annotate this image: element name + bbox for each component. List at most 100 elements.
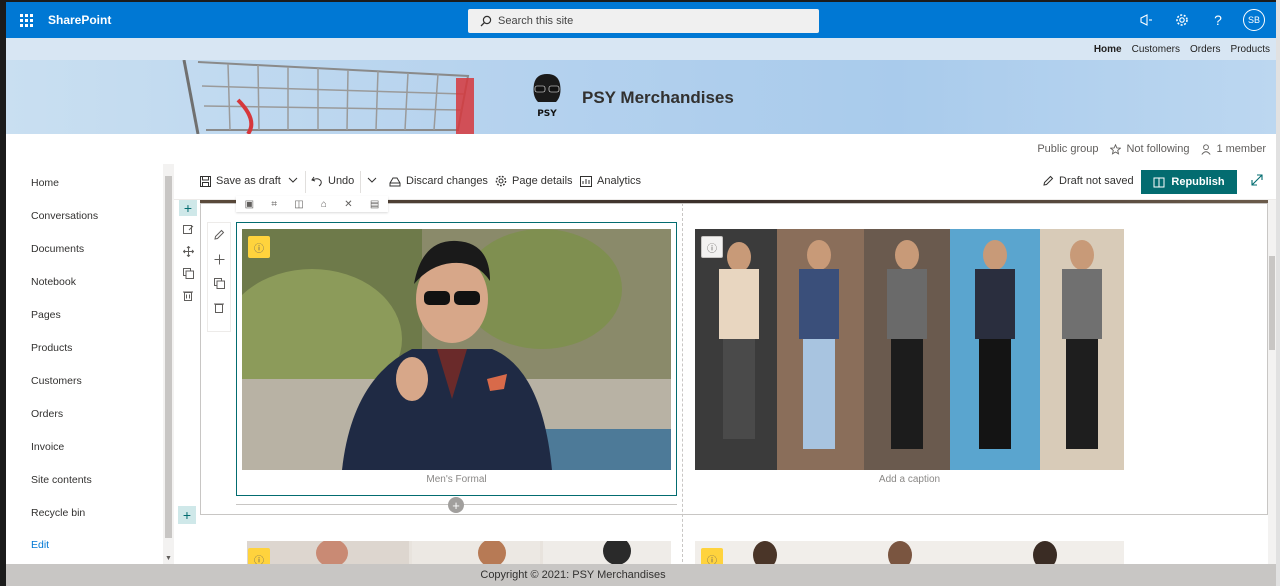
image2-caption[interactable]: Add a caption xyxy=(695,474,1124,485)
nav-item-site-contents[interactable]: Site contents xyxy=(31,474,92,486)
hubnav-item-orders[interactable]: Orders xyxy=(1190,44,1221,55)
add-section-plus-icon[interactable]: + xyxy=(178,506,196,524)
save-image-icon[interactable]: ▤ xyxy=(370,199,379,210)
image-edit-toolbar: ▣ ⌗ ◫ ⌂ ✕ ▤ xyxy=(236,196,388,212)
nav-item-notebook[interactable]: Notebook xyxy=(31,276,76,288)
hubnav-item-home[interactable]: Home xyxy=(1094,44,1122,55)
nav-item-customers[interactable]: Customers xyxy=(31,375,82,387)
search-box[interactable] xyxy=(468,9,819,33)
save-as-draft-label: Save as draft xyxy=(216,175,281,187)
pencil-icon xyxy=(1043,175,1054,186)
hubnav-item-customers[interactable]: Customers xyxy=(1132,44,1180,55)
shopping-cart-image xyxy=(182,60,474,134)
next-section-image-left[interactable] xyxy=(247,541,671,564)
edit-webpart-pencil-icon[interactable] xyxy=(213,229,225,244)
nav-item-invoice[interactable]: Invoice xyxy=(31,441,64,453)
add-section-divider-plus-icon[interactable]: + xyxy=(448,497,464,513)
members-button[interactable]: 1 member xyxy=(1201,143,1266,155)
reset-icon[interactable]: ✕ xyxy=(344,199,352,210)
edit-section-icon[interactable] xyxy=(182,224,194,238)
copyright-text: Copyright © 2021: PSY Merchandises xyxy=(480,569,666,581)
site-title[interactable]: PSY Merchandises xyxy=(582,88,734,108)
page-canvas: + ▣ ⌗ ◫ ⌂ ✕ ▤ ⓘ Men's Formal + + ⓘ Add a… xyxy=(174,196,1276,570)
privacy-label: Public group xyxy=(1037,143,1099,155)
move-webpart-icon[interactable] xyxy=(214,254,225,268)
analytics-label: Analytics xyxy=(597,175,642,187)
save-icon xyxy=(200,175,211,187)
search-icon xyxy=(480,15,492,27)
gear-icon xyxy=(495,175,507,187)
app-name[interactable]: SharePoint xyxy=(48,13,111,27)
follow-button[interactable]: Not following xyxy=(1110,143,1189,155)
expand-icon[interactable] xyxy=(1251,174,1263,186)
page-details-button[interactable]: Page details xyxy=(495,175,573,187)
star-icon xyxy=(1110,143,1122,155)
command-bar: Save as draft Undo Discard changes Page … xyxy=(174,164,1276,200)
mens-casual-collage-image[interactable] xyxy=(695,229,1124,470)
gear-icon[interactable] xyxy=(1164,2,1200,38)
site-header-banner: PSY PSY Merchandises xyxy=(6,60,1276,134)
undo-options-chevron-icon[interactable] xyxy=(367,175,377,185)
save-as-draft-button[interactable]: Save as draft xyxy=(200,175,281,187)
image-resize-icon[interactable]: ▣ xyxy=(245,199,254,210)
nav-item-pages[interactable]: Pages xyxy=(31,309,61,321)
left-nav-scrollbar[interactable]: ▼ xyxy=(163,164,174,564)
hubnav-item-products[interactable]: Products xyxy=(1231,44,1270,55)
discard-icon xyxy=(389,177,401,186)
search-input[interactable] xyxy=(498,15,798,27)
command-separator xyxy=(305,171,306,193)
psy-logo: PSY xyxy=(533,74,561,119)
info-badge-icon[interactable]: ⓘ xyxy=(248,236,270,258)
draft-status-label: Draft not saved xyxy=(1059,175,1134,187)
undo-button[interactable]: Undo xyxy=(311,175,354,187)
hub-navigation: Home Customers Orders Products xyxy=(6,38,1276,60)
aspect-ratio-icon[interactable]: ◫ xyxy=(294,199,303,210)
book-icon xyxy=(1153,177,1165,187)
left-navigation: Home Conversations Documents Notebook Pa… xyxy=(6,164,162,564)
nav-item-products[interactable]: Products xyxy=(31,342,72,354)
delete-section-icon[interactable] xyxy=(183,290,193,304)
save-options-chevron-icon[interactable] xyxy=(288,175,298,185)
next-section-image-right[interactable] xyxy=(695,541,1124,564)
image1-caption[interactable]: Men's Formal xyxy=(236,474,677,485)
nav-item-orders[interactable]: Orders xyxy=(31,408,63,420)
duplicate-section-icon[interactable] xyxy=(182,268,194,282)
app-launcher-button[interactable] xyxy=(8,2,44,38)
draft-status: Draft not saved xyxy=(1042,175,1134,187)
account-button[interactable]: SB xyxy=(1236,2,1272,38)
nav-item-documents[interactable]: Documents xyxy=(31,243,84,255)
nav-item-home[interactable]: Home xyxy=(31,177,59,189)
megaphone-icon[interactable] xyxy=(1128,2,1164,38)
site-info-bar: Public group Not following 1 member xyxy=(6,134,1276,164)
nav-item-recycle-bin[interactable]: Recycle bin xyxy=(31,507,85,519)
republish-label: Republish xyxy=(1171,176,1225,188)
help-icon[interactable]: ? xyxy=(1200,2,1236,38)
sharepoint-page: SharePoint ? SB Home Customers Orders Pr… xyxy=(0,0,1280,586)
info-badge-icon[interactable]: ⓘ xyxy=(701,236,723,258)
canvas-scrollbar[interactable] xyxy=(1268,200,1276,564)
duplicate-webpart-icon[interactable] xyxy=(213,278,225,292)
column-divider xyxy=(682,203,683,567)
discard-changes-label: Discard changes xyxy=(406,175,488,187)
discard-changes-button[interactable]: Discard changes xyxy=(389,175,488,187)
right-edge xyxy=(1276,0,1280,586)
page-footer: Copyright © 2021: PSY Merchandises xyxy=(6,564,1280,586)
crop-icon[interactable]: ⌗ xyxy=(271,199,277,210)
nav-edit-link[interactable]: Edit xyxy=(31,539,49,551)
webpart-toolbar xyxy=(207,222,231,332)
nav-item-conversations[interactable]: Conversations xyxy=(31,210,98,222)
scrollbar-thumb[interactable] xyxy=(165,176,172,538)
analytics-button[interactable]: Analytics xyxy=(580,175,641,187)
scroll-down-arrow[interactable]: ▼ xyxy=(165,555,172,562)
section-toolbar: + xyxy=(178,200,198,301)
command-separator xyxy=(360,171,361,193)
add-webpart-plus-icon[interactable]: + xyxy=(179,200,197,216)
republish-button[interactable]: Republish xyxy=(1141,170,1237,194)
page-details-label: Page details xyxy=(512,175,573,187)
delete-webpart-icon[interactable] xyxy=(214,302,224,316)
move-section-icon[interactable] xyxy=(182,245,194,260)
mens-formal-image[interactable] xyxy=(242,229,671,470)
flip-icon[interactable]: ⌂ xyxy=(321,199,327,210)
analytics-icon xyxy=(580,175,592,187)
canvas-scrollbar-thumb[interactable] xyxy=(1269,256,1275,350)
